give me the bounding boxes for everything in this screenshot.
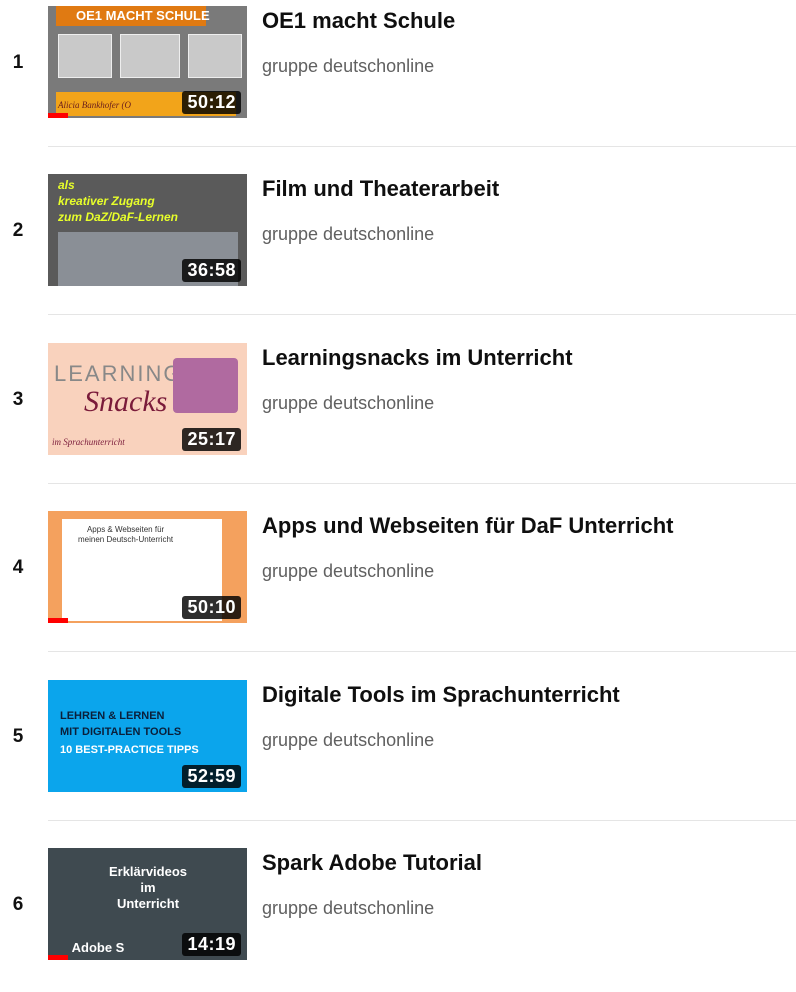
duration-badge: 52:59 xyxy=(182,765,241,788)
thumbnail-text: im Sprachunterricht xyxy=(52,437,125,447)
video-title[interactable]: Film und Theaterarbeit xyxy=(262,176,499,202)
thumbnail-photo xyxy=(188,34,242,78)
channel-name[interactable]: gruppe deutschonline xyxy=(262,224,434,245)
playlist-item[interactable]: 1 OE1 MACHT SCHULE Alicia Bankhofer (O 5… xyxy=(0,0,796,150)
thumbnail-text: Erklärvideos xyxy=(108,864,188,879)
video-thumbnail[interactable]: Apps & Webseiten für meinen Deutsch-Unte… xyxy=(48,511,247,623)
duration-badge: 36:58 xyxy=(182,259,241,282)
item-index: 2 xyxy=(12,220,24,241)
watch-progress-bar xyxy=(48,955,68,960)
channel-name[interactable]: gruppe deutschonline xyxy=(262,393,434,414)
thumbnail-text: MIT DIGITALEN TOOLS xyxy=(60,726,182,738)
divider xyxy=(48,483,796,484)
thumbnail-text: zum DaZ/DaF-Lernen xyxy=(58,210,179,224)
thumbnail-text: als xyxy=(58,178,75,192)
thumbnail-text: LEARNING xyxy=(54,361,183,386)
divider xyxy=(48,146,796,147)
video-thumbnail[interactable]: LEHREN & LERNEN MIT DIGITALEN TOOLS 10 B… xyxy=(48,680,247,792)
item-index: 1 xyxy=(12,52,24,73)
thumbnail-photo xyxy=(120,34,180,78)
thumbnail-text: Adobe S xyxy=(71,940,125,955)
playlist-item[interactable]: 2 als kreativer Zugang zum DaZ/DaF-Lerne… xyxy=(0,168,796,318)
thumbnail-text: Snacks xyxy=(84,385,168,418)
thumbnail-graphic xyxy=(173,358,238,413)
playlist-item[interactable]: 5 LEHREN & LERNEN MIT DIGITALEN TOOLS 10… xyxy=(0,674,796,824)
thumbnail-text: OE1 MACHT SCHULE xyxy=(76,8,210,23)
thumbnail-text: Apps & Webseiten für meinen Deutsch-Unte… xyxy=(78,525,173,545)
thumbnail-text: Unterricht xyxy=(116,896,180,911)
duration-badge: 50:12 xyxy=(182,91,241,114)
video-thumbnail[interactable]: LEARNING Snacks im Sprachunterricht 25:1… xyxy=(48,343,247,455)
video-title[interactable]: OE1 macht Schule xyxy=(262,8,455,34)
duration-badge: 50:10 xyxy=(182,596,241,619)
item-index: 4 xyxy=(12,557,24,578)
watch-progress-bar xyxy=(48,618,68,623)
thumbnail-text: kreativer Zugang xyxy=(58,194,155,208)
channel-name[interactable]: gruppe deutschonline xyxy=(262,561,434,582)
item-index: 5 xyxy=(12,726,24,747)
divider xyxy=(48,820,796,821)
divider xyxy=(48,651,796,652)
video-thumbnail[interactable]: OE1 MACHT SCHULE Alicia Bankhofer (O 50:… xyxy=(48,6,247,118)
video-title[interactable]: Apps und Webseiten für DaF Unterricht xyxy=(262,513,674,539)
channel-name[interactable]: gruppe deutschonline xyxy=(262,730,434,751)
video-title[interactable]: Digitale Tools im Sprachunterricht xyxy=(262,682,620,708)
divider xyxy=(48,314,796,315)
playlist-item[interactable]: 6 Erklärvideos im Unterricht Adobe S 14:… xyxy=(0,842,796,992)
thumbnail-text: im xyxy=(140,880,156,895)
item-index: 3 xyxy=(12,389,24,410)
thumbnail-text: meinen Deutsch-Unterricht xyxy=(78,535,174,544)
playlist-item[interactable]: 3 LEARNING Snacks im Sprachunterricht 25… xyxy=(0,337,796,487)
playlist-item[interactable]: 4 Apps & Webseiten für meinen Deutsch-Un… xyxy=(0,505,796,655)
duration-badge: 14:19 xyxy=(182,933,241,956)
thumbnail-text: 10 BEST-PRACTICE TIPPS xyxy=(60,744,199,756)
thumbnail-text: Apps & Webseiten für xyxy=(86,525,165,534)
thumbnail-text: Alicia Bankhofer (O xyxy=(58,100,131,110)
video-title[interactable]: Learningsnacks im Unterricht xyxy=(262,345,573,371)
watch-progress-bar xyxy=(48,113,68,118)
thumbnail-photo xyxy=(58,34,112,78)
duration-badge: 25:17 xyxy=(182,428,241,451)
thumbnail-text: LEHREN & LERNEN xyxy=(60,710,165,722)
item-index: 6 xyxy=(12,894,24,915)
video-title[interactable]: Spark Adobe Tutorial xyxy=(262,850,482,876)
video-thumbnail[interactable]: als kreativer Zugang zum DaZ/DaF-Lernen … xyxy=(48,174,247,286)
video-thumbnail[interactable]: Erklärvideos im Unterricht Adobe S 14:19 xyxy=(48,848,247,960)
channel-name[interactable]: gruppe deutschonline xyxy=(262,898,434,919)
channel-name[interactable]: gruppe deutschonline xyxy=(262,56,434,77)
